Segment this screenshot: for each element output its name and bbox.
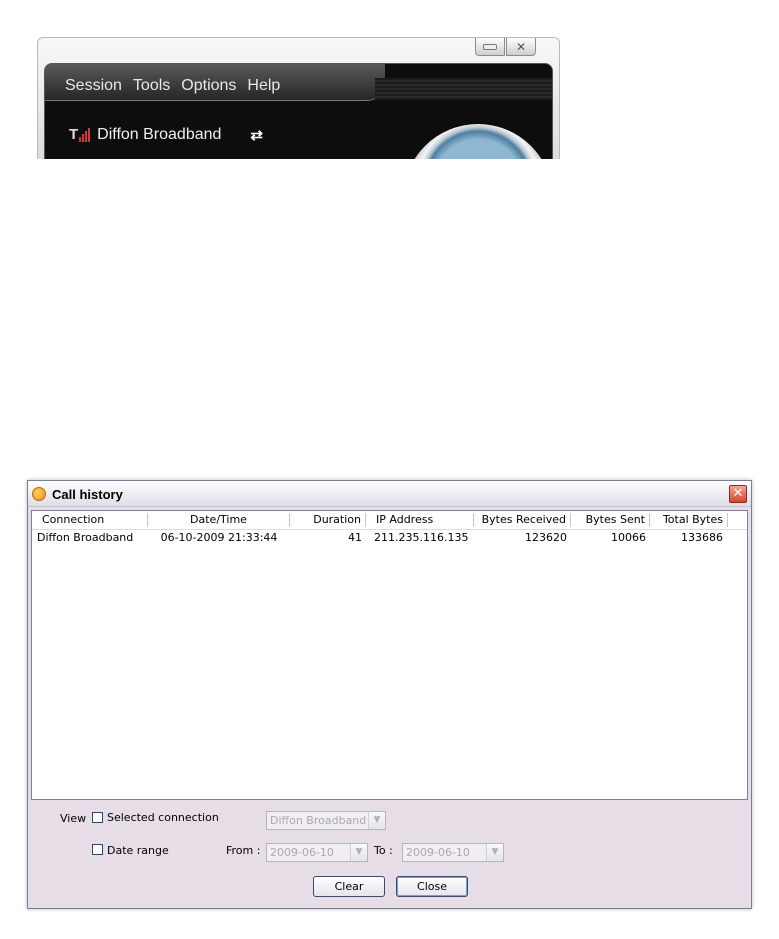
column-total-bytes[interactable]: Total Bytes [650,513,728,527]
selected-connection-label[interactable]: Selected connection [107,811,219,824]
menu-bar: Session Tools Options Help [65,77,280,95]
column-connection[interactable]: Connection [38,513,148,527]
date-range-checkbox[interactable] [92,844,103,855]
dialer-panel: Session Tools Options Help T Diffon Broa… [44,63,553,159]
column-bytes-received[interactable]: Bytes Received [474,513,571,527]
cell-bytes-sent: 10066 [611,531,646,544]
signal-bars-icon: T [69,127,91,142]
cell-total-bytes: 133686 [681,531,723,544]
connection-select-value: Diffon Broadband [270,814,367,827]
close-icon: ✕ [732,486,744,501]
connect-globe-button[interactable] [403,124,552,159]
dialer-window: ✕ Session Tools Options Help T Diffon Br… [37,37,560,159]
connection-name: Diffon Broadband [97,126,222,143]
column-datetime[interactable]: Date/Time [148,513,290,527]
minimize-button[interactable] [475,38,505,56]
call-history-dialog: Call history ✕ Connection Date/Time Dura… [27,480,752,909]
call-history-table[interactable]: Connection Date/Time Duration IP Address… [31,510,748,800]
chevron-down-icon: ▼ [486,844,503,861]
from-label: From : [226,844,261,857]
menu-help[interactable]: Help [247,77,280,95]
menu-bar-stripes [375,78,552,100]
filter-panel: View Selected connection Diffon Broadban… [28,800,751,908]
cell-connection: Diffon Broadband [37,531,134,544]
menu-options[interactable]: Options [181,77,236,95]
table-header: Connection Date/Time Duration IP Address… [32,511,747,530]
cell-duration: 41 [348,531,362,544]
cell-datetime: 06-10-2009 21:33:44 [160,531,278,544]
dialog-titlebar: Call history ✕ [28,481,751,507]
minimize-icon [483,43,497,50]
swap-arrows-icon[interactable]: ⇄ [250,126,263,144]
chevron-down-icon: ▼ [368,812,385,829]
from-date-value: 2009-06-10 [270,846,334,859]
clear-button[interactable]: Clear [313,876,385,897]
column-duration[interactable]: Duration [290,513,366,527]
to-date-value: 2009-06-10 [406,846,470,859]
column-bytes-sent[interactable]: Bytes Sent [571,513,650,527]
connection-status: T Diffon Broadband ⇄ [69,126,263,144]
cell-bytes-received: 123620 [525,531,567,544]
close-icon: ✕ [515,39,527,54]
column-ip-address[interactable]: IP Address [366,513,474,527]
connection-select[interactable]: Diffon Broadband ▼ [266,811,386,830]
dialog-title: Call history [52,487,123,502]
cell-ip-address: 211.235.116.135 [374,531,469,544]
close-button[interactable]: Close [396,876,468,897]
app-logo-icon [32,487,46,501]
to-label: To : [374,844,393,857]
menu-tools[interactable]: Tools [133,77,170,95]
from-date-picker[interactable]: 2009-06-10 ▼ [266,843,368,862]
table-row[interactable]: Diffon Broadband 06-10-2009 21:33:44 41 … [32,530,747,546]
close-button[interactable]: ✕ [506,38,536,56]
dialog-close-button[interactable]: ✕ [729,485,747,503]
view-label: View [60,812,87,825]
chevron-down-icon: ▼ [350,844,367,861]
menu-session[interactable]: Session [65,77,122,95]
selected-connection-checkbox[interactable] [92,812,103,823]
to-date-picker[interactable]: 2009-06-10 ▼ [402,843,504,862]
date-range-label[interactable]: Date range [107,844,169,857]
